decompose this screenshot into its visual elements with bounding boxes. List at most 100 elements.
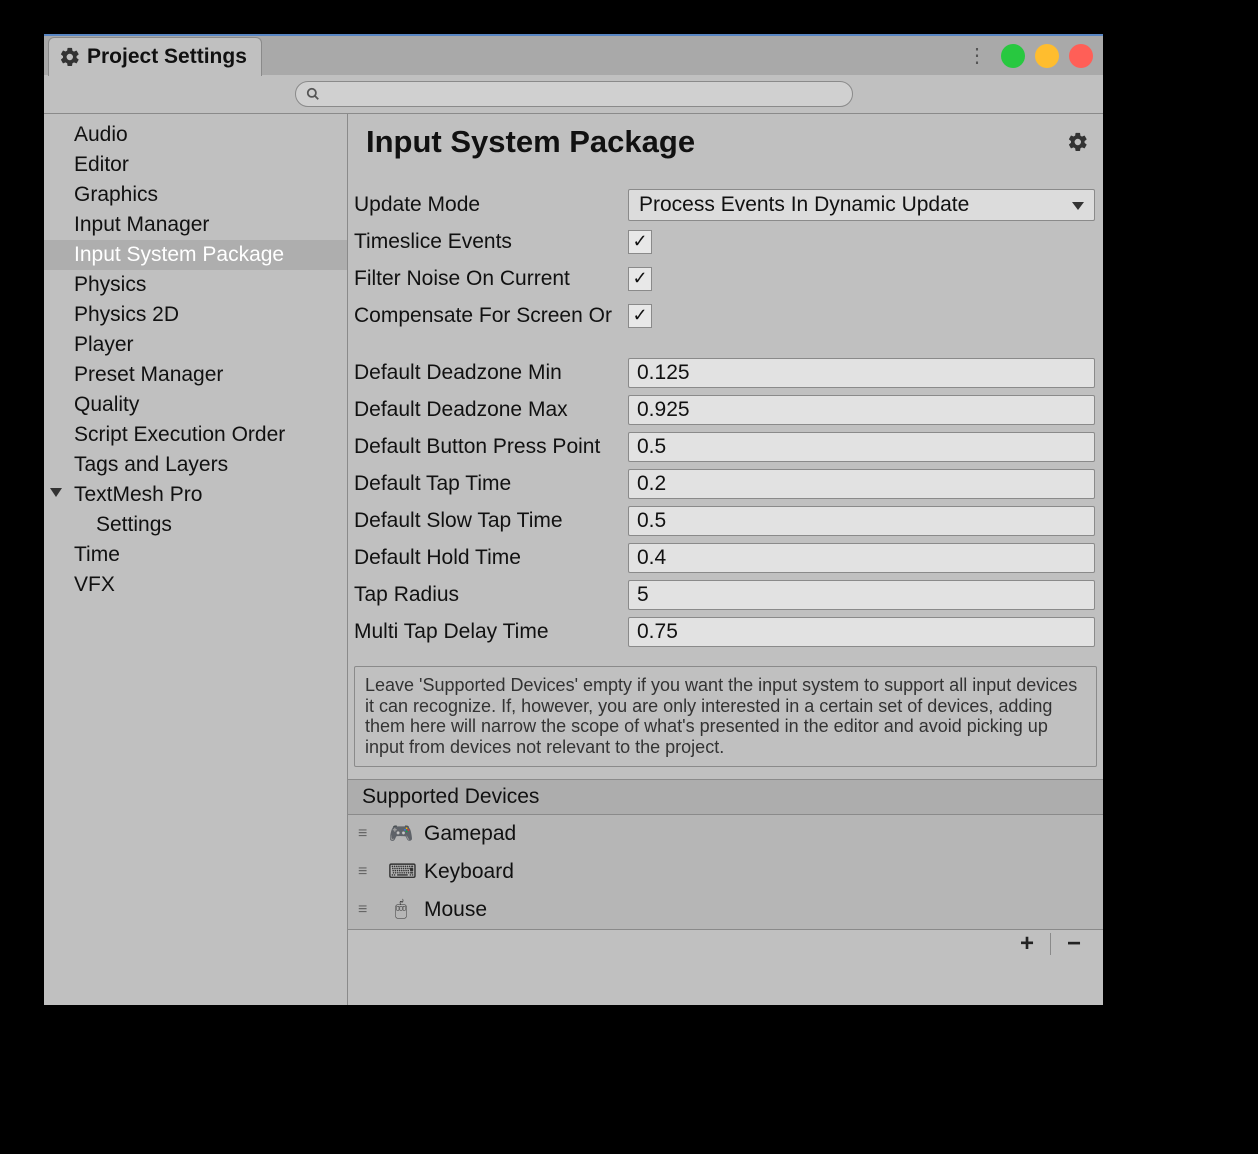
drag-handle-icon[interactable]: ≡ bbox=[358, 863, 378, 881]
row-filter-noise: Filter Noise On Current ✓ bbox=[354, 260, 1099, 297]
multi-tap-field[interactable] bbox=[628, 617, 1095, 647]
press-point-field[interactable] bbox=[628, 432, 1095, 462]
label-multi-tap: Multi Tap Delay Time bbox=[354, 620, 628, 644]
window-controls: ⋮ bbox=[967, 43, 1093, 68]
page-title: Input System Package bbox=[366, 124, 695, 160]
row-update-mode: Update Mode Process Events In Dynamic Up… bbox=[354, 186, 1099, 223]
label-tap-time: Default Tap Time bbox=[354, 472, 628, 496]
sidebar-item-label: Time bbox=[74, 543, 120, 567]
label-tap-radius: Tap Radius bbox=[354, 583, 628, 607]
search-icon bbox=[306, 87, 320, 101]
label-slow-tap: Default Slow Tap Time bbox=[354, 509, 628, 533]
kebab-menu-icon[interactable]: ⋮ bbox=[967, 43, 985, 68]
supported-devices-footer: + − bbox=[348, 929, 1103, 959]
window-body: Audio Editor Graphics Input Manager Input Sy… bbox=[44, 114, 1103, 1005]
deadzone-min-field[interactable] bbox=[628, 358, 1095, 388]
sidebar-item-audio[interactable]: Audio bbox=[44, 120, 347, 150]
sidebar-item-quality[interactable]: Quality bbox=[44, 390, 347, 420]
sidebar-item-label: Tags and Layers bbox=[74, 453, 228, 477]
label-deadzone-max: Default Deadzone Max bbox=[354, 398, 628, 422]
device-row-keyboard[interactable]: ≡⌨Keyboard bbox=[348, 853, 1103, 891]
supported-devices-help: Leave 'Supported Devices' empty if you w… bbox=[354, 666, 1097, 767]
update-mode-dropdown[interactable]: Process Events In Dynamic Update bbox=[628, 189, 1095, 221]
sidebar-item-label: Audio bbox=[74, 123, 128, 147]
sidebar-item-input-system-package[interactable]: Input System Package bbox=[44, 240, 347, 270]
add-device-button[interactable]: + bbox=[1008, 930, 1046, 958]
sidebar-item-physics-2d[interactable]: Physics 2D bbox=[44, 300, 347, 330]
sidebar-item-editor[interactable]: Editor bbox=[44, 150, 347, 180]
slow-tap-field[interactable] bbox=[628, 506, 1095, 536]
settings-sidebar: Audio Editor Graphics Input Manager Input Sy… bbox=[44, 114, 348, 1005]
sidebar-item-physics[interactable]: Physics bbox=[44, 270, 347, 300]
sidebar-item-label: Input System Package bbox=[74, 243, 284, 267]
chevron-down-icon[interactable] bbox=[50, 488, 62, 497]
filter-noise-checkbox[interactable]: ✓ bbox=[628, 267, 652, 291]
sidebar-item-label: Physics bbox=[74, 273, 146, 297]
sidebar-item-preset-manager[interactable]: Preset Manager bbox=[44, 360, 347, 390]
project-settings-window: Project Settings ⋮ Audio Editor Graphics In… bbox=[44, 34, 1103, 1005]
row-tap-time: Default Tap Time bbox=[354, 465, 1099, 502]
row-compensate: Compensate For Screen Or ✓ bbox=[354, 297, 1099, 334]
settings-gear-icon[interactable] bbox=[1067, 131, 1089, 153]
row-slow-tap: Default Slow Tap Time bbox=[354, 502, 1099, 539]
tab-label: Project Settings bbox=[87, 45, 247, 69]
sidebar-item-tags-and-layers[interactable]: Tags and Layers bbox=[44, 450, 347, 480]
window-maximize-button[interactable] bbox=[1035, 44, 1059, 68]
tap-time-field[interactable] bbox=[628, 469, 1095, 499]
device-row-mouse[interactable]: ≡ 🖱 Mouse bbox=[348, 891, 1103, 929]
window-close-button[interactable] bbox=[1069, 44, 1093, 68]
drag-handle-icon[interactable]: ≡ bbox=[358, 901, 378, 919]
search-input[interactable] bbox=[295, 81, 853, 107]
remove-device-button[interactable]: − bbox=[1055, 930, 1093, 958]
sidebar-item-settings[interactable]: Settings bbox=[44, 510, 347, 540]
sidebar-item-textmesh-pro[interactable]: TextMesh Pro bbox=[44, 480, 347, 510]
label-compensate: Compensate For Screen Or bbox=[354, 304, 628, 328]
sidebar-item-label: TextMesh Pro bbox=[74, 483, 202, 507]
sidebar-item-script-execution-order[interactable]: Script Execution Order bbox=[44, 420, 347, 450]
sidebar-item-label: Quality bbox=[74, 393, 139, 417]
gear-icon bbox=[59, 46, 81, 68]
row-press-point: Default Button Press Point bbox=[354, 428, 1099, 465]
label-press-point: Default Button Press Point bbox=[354, 435, 628, 459]
compensate-checkbox[interactable]: ✓ bbox=[628, 304, 652, 328]
sidebar-item-label: Graphics bbox=[74, 183, 158, 207]
device-row-gamepad[interactable]: ≡🎮Gamepad bbox=[348, 815, 1103, 853]
sidebar-item-vfx[interactable]: VFX bbox=[44, 570, 347, 600]
sidebar-item-label: Input Manager bbox=[74, 213, 209, 237]
device-label: Keyboard bbox=[424, 860, 514, 884]
supported-devices-header: Supported Devices bbox=[348, 779, 1103, 815]
sidebar-item-time[interactable]: Time bbox=[44, 540, 347, 570]
tap-radius-field[interactable] bbox=[628, 580, 1095, 610]
sidebar-item-player[interactable]: Player bbox=[44, 330, 347, 360]
sidebar-item-label: VFX bbox=[74, 573, 115, 597]
device-label: Mouse bbox=[424, 898, 487, 922]
row-multi-tap: Multi Tap Delay Time bbox=[354, 613, 1099, 650]
row-hold-time: Default Hold Time bbox=[354, 539, 1099, 576]
sidebar-item-graphics[interactable]: Graphics bbox=[44, 180, 347, 210]
label-hold-time: Default Hold Time bbox=[354, 546, 628, 570]
deadzone-max-field[interactable] bbox=[628, 395, 1095, 425]
sidebar-item-label: Script Execution Order bbox=[74, 423, 285, 447]
sidebar-item-label: Editor bbox=[74, 153, 129, 177]
search-bar-row bbox=[44, 75, 1103, 114]
window-minimize-button[interactable] bbox=[1001, 44, 1025, 68]
sidebar-item-label: Preset Manager bbox=[74, 363, 223, 387]
label-deadzone-min: Default Deadzone Min bbox=[354, 361, 628, 385]
timeslice-checkbox[interactable]: ✓ bbox=[628, 230, 652, 254]
hold-time-field[interactable] bbox=[628, 543, 1095, 573]
tab-project-settings[interactable]: Project Settings bbox=[48, 37, 262, 76]
row-timeslice: Timeslice Events ✓ bbox=[354, 223, 1099, 260]
label-timeslice: Timeslice Events bbox=[354, 230, 628, 254]
footer-separator bbox=[1050, 933, 1051, 955]
titlebar: Project Settings ⋮ bbox=[44, 36, 1103, 75]
supported-devices-list: ≡🎮Gamepad≡⌨Keyboard≡🖱Mouse bbox=[348, 815, 1103, 929]
sidebar-item-input-manager[interactable]: Input Manager bbox=[44, 210, 347, 240]
row-deadzone-max: Default Deadzone Max bbox=[354, 391, 1099, 428]
drag-handle-icon[interactable]: ≡ bbox=[358, 825, 378, 843]
mouse-icon: 🖱 bbox=[388, 898, 414, 921]
gamepad-icon: 🎮 bbox=[388, 821, 414, 846]
properties-panel: Update Mode Process Events In Dynamic Up… bbox=[348, 166, 1103, 656]
sidebar-item-label: Physics 2D bbox=[74, 303, 179, 327]
row-deadzone-min: Default Deadzone Min bbox=[354, 354, 1099, 391]
settings-content: Input System Package Update Mode Process… bbox=[348, 114, 1103, 1005]
